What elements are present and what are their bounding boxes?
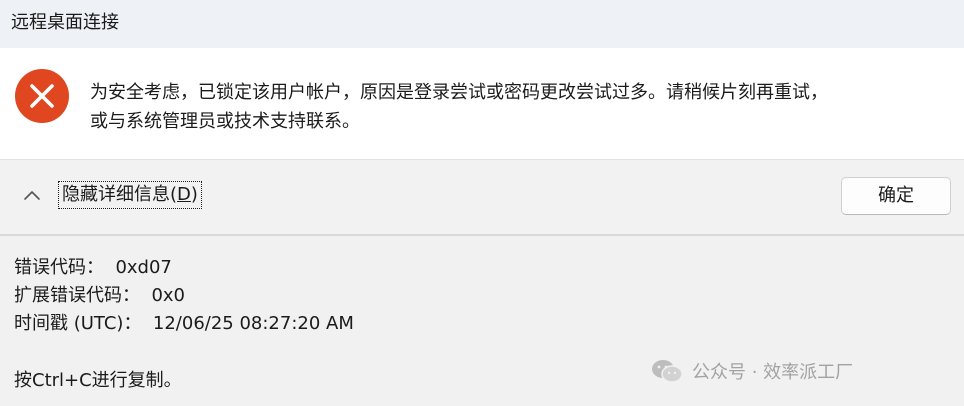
window-title: 远程桌面连接: [11, 12, 119, 33]
title-bar: 远程桌面连接: [0, 0, 964, 48]
ok-button[interactable]: 确定: [841, 177, 951, 215]
chevron-up-icon[interactable]: [19, 184, 45, 206]
error-message-line-2: 或与系统管理员或技术支持联系。: [90, 111, 360, 132]
extended-error-code: 扩展错误代码： 0x0: [14, 285, 185, 306]
hide-details-suffix: ): [190, 184, 198, 205]
wechat-icon: [652, 360, 683, 383]
dialog-toolbar: 隐藏详细信息(D) 确定: [0, 160, 964, 234]
error-code: 错误代码： 0xd07: [14, 257, 172, 278]
watermark-text: 公众号 · 效率派工厂: [692, 362, 854, 383]
error-message-line-1: 为安全考虑，已锁定该用户帐户，原因是登录尝试或密码更改尝试过多。请稍候片刻再重试…: [90, 82, 828, 103]
error-icon: [15, 69, 69, 123]
timestamp: 时间戳 (UTC)： 12/06/25 08:27:20 AM: [14, 313, 354, 334]
copy-hint: 按Ctrl+C进行复制。: [14, 370, 182, 391]
hide-details-mnemonic: D: [177, 184, 191, 205]
watermark: 公众号 · 效率派工厂: [650, 356, 853, 386]
hide-details-label: 隐藏详细信息(: [62, 184, 178, 205]
details-panel: 错误代码： 0xd07 扩展错误代码： 0x0 时间戳 (UTC)： 12/06…: [0, 236, 964, 406]
message-area: 为安全考虑，已锁定该用户帐户，原因是登录尝试或密码更改尝试过多。请稍候片刻再重试…: [0, 48, 964, 159]
error-message: 为安全考虑，已锁定该用户帐户，原因是登录尝试或密码更改尝试过多。请稍候片刻再重试…: [90, 78, 950, 136]
hide-details-toggle[interactable]: 隐藏详细信息(D): [58, 181, 202, 209]
